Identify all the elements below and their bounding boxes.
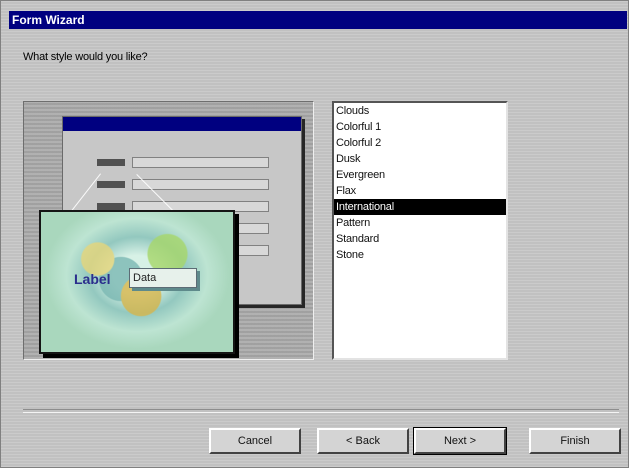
style-item-evergreen[interactable]: Evergreen bbox=[334, 167, 506, 183]
finish-button[interactable]: Finish bbox=[529, 428, 621, 454]
preview-label-mark bbox=[97, 159, 125, 166]
next-button[interactable]: Next > bbox=[414, 428, 506, 454]
preview-style-sample: Label Data bbox=[39, 210, 235, 354]
preview-field-mark bbox=[132, 179, 269, 190]
preview-label-mark bbox=[97, 181, 125, 188]
style-item-clouds[interactable]: Clouds bbox=[334, 103, 506, 119]
preview-field-mark bbox=[132, 157, 269, 168]
button-separator bbox=[23, 409, 619, 413]
style-item-colorful-1[interactable]: Colorful 1 bbox=[334, 119, 506, 135]
style-item-international[interactable]: International bbox=[334, 199, 506, 215]
title-bar: Form Wizard bbox=[9, 11, 627, 29]
preview-label-mark bbox=[97, 203, 125, 210]
cancel-button[interactable]: Cancel bbox=[209, 428, 301, 454]
style-item-stone[interactable]: Stone bbox=[334, 247, 506, 263]
sample-data-field: Data bbox=[129, 268, 197, 288]
style-item-dusk[interactable]: Dusk bbox=[334, 151, 506, 167]
form-wizard-window: Form Wizard What style would you like? L… bbox=[0, 0, 629, 468]
preview-form-title-bar bbox=[63, 117, 301, 131]
style-item-standard[interactable]: Standard bbox=[334, 231, 506, 247]
style-list-box[interactable]: Clouds Colorful 1 Colorful 2 Dusk Evergr… bbox=[332, 101, 508, 360]
style-item-flax[interactable]: Flax bbox=[334, 183, 506, 199]
style-question: What style would you like? bbox=[23, 51, 148, 63]
style-item-pattern[interactable]: Pattern bbox=[334, 215, 506, 231]
style-preview: Label Data bbox=[23, 101, 314, 360]
sample-label-text: Label bbox=[74, 271, 111, 287]
style-item-colorful-2[interactable]: Colorful 2 bbox=[334, 135, 506, 151]
back-button[interactable]: < Back bbox=[317, 428, 409, 454]
